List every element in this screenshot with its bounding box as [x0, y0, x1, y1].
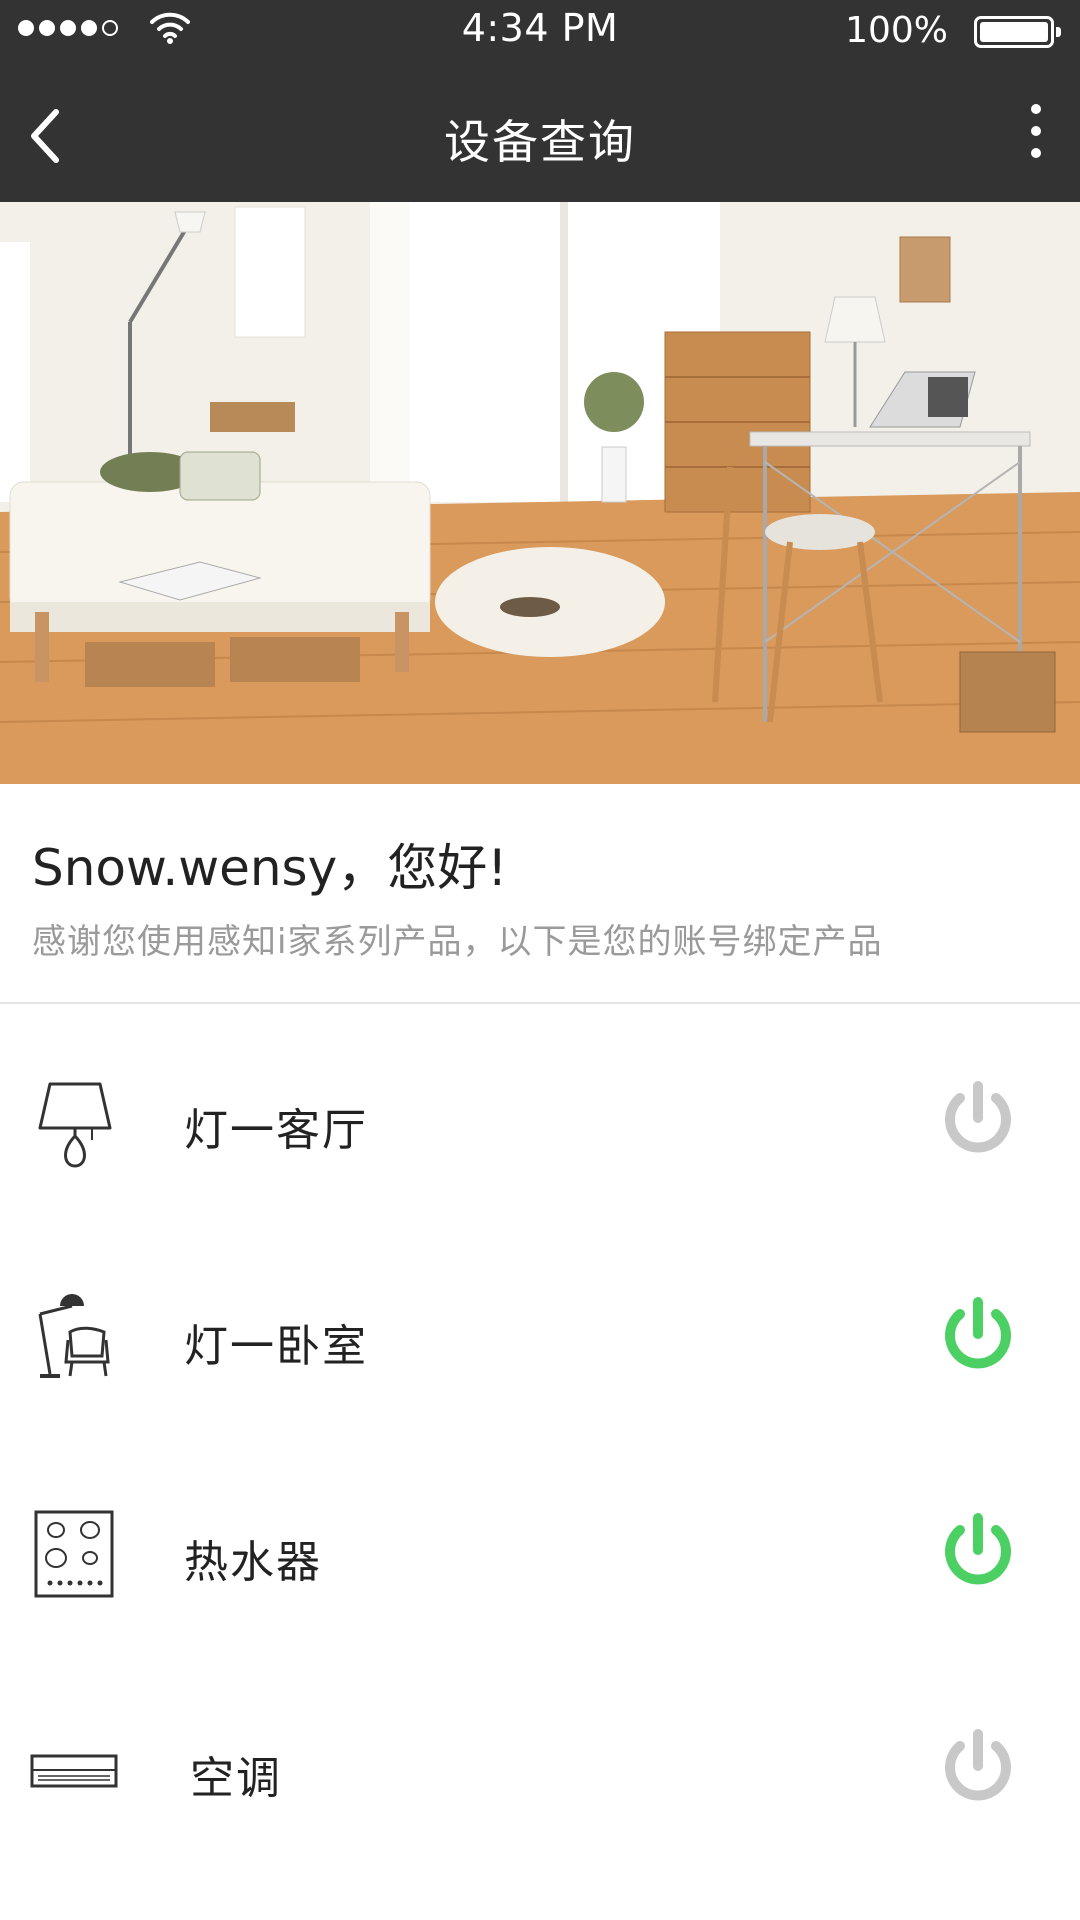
device-row-air-conditioner[interactable]: 空调 — [0, 1680, 1080, 1860]
greeting-title: Snow.wensy，您好! — [32, 839, 508, 897]
device-label: 热水器 — [184, 1537, 322, 1588]
battery-percent: 100% — [845, 10, 948, 51]
room-photo — [0, 202, 1080, 784]
battery-icon — [974, 16, 1061, 48]
air-conditioner-icon — [30, 1754, 118, 1788]
greeting-subtitle: 感谢您使用感知i家系列产品，以下是您的账号绑定产品 — [32, 922, 883, 962]
device-row-bedroom-light[interactable]: 灯一卧室 — [0, 1248, 1080, 1428]
navigation-bar: 设备查询 — [0, 62, 1080, 202]
power-icon[interactable] — [938, 1080, 1018, 1160]
power-icon[interactable] — [938, 1296, 1018, 1376]
divider — [0, 1002, 1080, 1004]
floor-lamp-chair-icon — [38, 1294, 110, 1378]
status-bar: 4:34 PM 100% — [0, 0, 1080, 62]
device-row-living-room-light[interactable]: 灯一客厅 — [0, 1032, 1080, 1212]
device-label: 空调 — [190, 1753, 282, 1804]
water-heater-icon — [34, 1510, 114, 1598]
power-icon[interactable] — [938, 1512, 1018, 1592]
page-title: 设备查询 — [444, 115, 636, 169]
lamp-icon — [38, 1082, 112, 1168]
room-illustration — [0, 202, 1080, 784]
power-icon[interactable] — [938, 1728, 1018, 1808]
device-label: 灯一客厅 — [184, 1105, 368, 1156]
more-vertical-icon[interactable] — [1024, 104, 1048, 168]
device-row-water-heater[interactable]: 热水器 — [0, 1464, 1080, 1644]
device-label: 灯一卧室 — [184, 1321, 368, 1372]
